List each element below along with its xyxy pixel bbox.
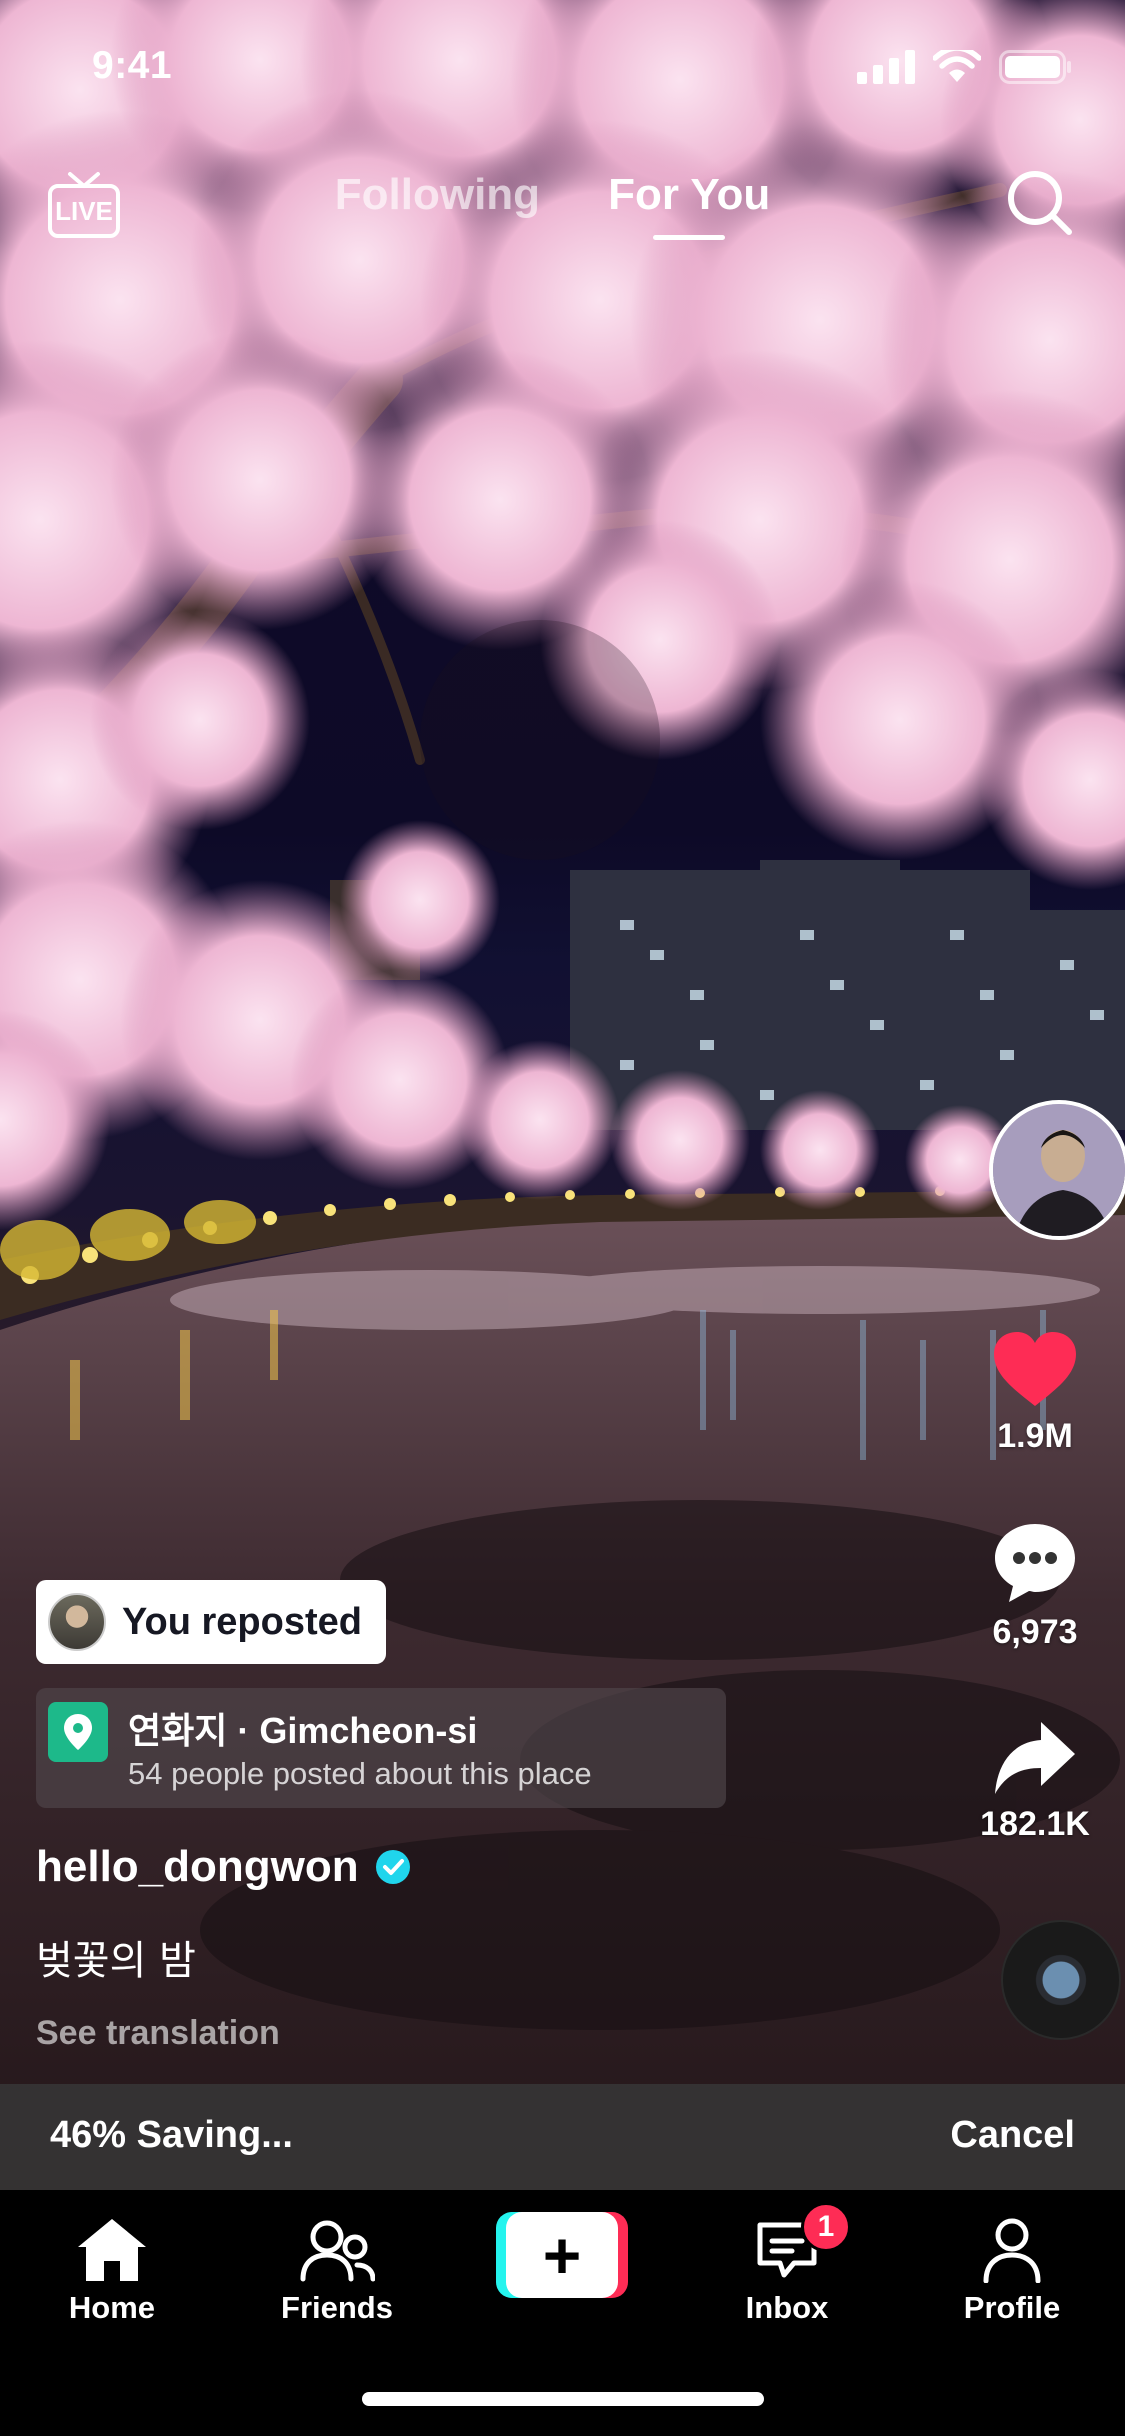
home-icon — [78, 2219, 146, 2281]
sound-disc-icon[interactable] — [1001, 1920, 1121, 2040]
plus-icon: + — [506, 2212, 618, 2298]
creator-username[interactable]: hello_dongwon — [36, 1842, 359, 1892]
tab-profile-label: Profile — [963, 2290, 1061, 2325]
comment-count: 6,973 — [992, 1613, 1078, 1651]
location-tag[interactable]: 연화지 · Gimcheon-si 54 people posted about… — [36, 1688, 726, 1808]
create-post-button[interactable]: + — [496, 2212, 628, 2298]
cancel-save-button[interactable]: Cancel — [950, 2114, 1075, 2157]
status-time: 9:41 — [92, 44, 173, 87]
tab-inbox[interactable]: 1 Inbox — [697, 2202, 877, 2326]
active-tab-indicator — [653, 235, 726, 240]
tab-profile[interactable]: Profile — [922, 2210, 1102, 2326]
see-translation-link[interactable]: See translation — [36, 2014, 280, 2053]
comment-action[interactable]: 6,973 — [955, 1520, 1115, 1652]
share-arrow-icon[interactable] — [993, 1720, 1077, 1796]
tab-for-you-label: For You — [608, 170, 771, 219]
reposter-avatar — [48, 1593, 106, 1651]
location-title: 연화지 · Gimcheon-si — [128, 1710, 478, 1751]
battery-icon — [999, 50, 1071, 84]
creator-username-row[interactable]: hello_dongwon — [36, 1842, 411, 1892]
profile-icon — [983, 2218, 1041, 2283]
location-pin-icon — [48, 1702, 108, 1762]
share-count: 182.1K — [980, 1805, 1090, 1843]
status-bar: 9:41 — [0, 0, 1125, 132]
cellular-signal-icon — [857, 50, 915, 84]
tab-friends-label: Friends — [281, 2290, 393, 2325]
feed-tabs: Following For You — [0, 170, 1125, 240]
heart-icon[interactable] — [992, 1330, 1078, 1408]
share-action[interactable]: 182.1K — [955, 1720, 1115, 1844]
friends-icon — [300, 2220, 375, 2282]
avatar-portrait — [993, 1104, 1125, 1236]
saving-progress-text: 46% Saving... — [50, 2114, 293, 2156]
wifi-icon — [933, 50, 981, 82]
location-subtitle: 54 people posted about this place — [128, 1756, 592, 1791]
tab-friends[interactable]: Friends — [247, 2210, 427, 2326]
saving-banner: 46% Saving... Cancel — [0, 2084, 1125, 2190]
tab-inbox-label: Inbox — [745, 2290, 829, 2325]
verified-badge-icon — [375, 1850, 410, 1884]
tab-home-label: Home — [68, 2290, 156, 2325]
creator-avatar[interactable] — [989, 1100, 1125, 1240]
repost-label: You reposted — [122, 1600, 362, 1643]
home-indicator[interactable] — [362, 2392, 764, 2406]
repost-badge[interactable]: You reposted — [36, 1580, 386, 1664]
tab-home[interactable]: Home — [22, 2210, 202, 2326]
tab-for-you[interactable]: For You — [608, 170, 771, 240]
inbox-badge: 1 — [801, 2202, 851, 2252]
post-caption: 벚꽃의 밤 — [36, 1938, 196, 1984]
status-icons — [857, 50, 1073, 84]
search-icon[interactable] — [1003, 166, 1075, 238]
tab-following[interactable]: Following — [335, 170, 540, 220]
like-count: 1.9M — [997, 1417, 1073, 1455]
top-nav: LIVE Following For You — [0, 160, 1125, 260]
comment-icon[interactable] — [991, 1520, 1079, 1604]
like-action[interactable]: 1.9M — [955, 1330, 1115, 1456]
